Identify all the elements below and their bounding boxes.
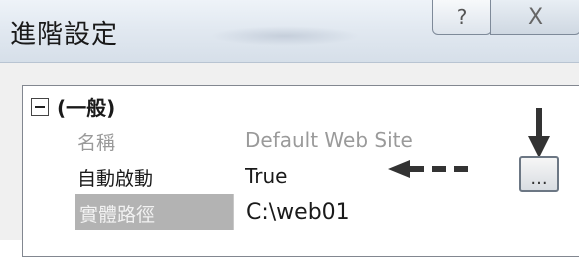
selected-name-cell: 實體路徑 xyxy=(75,194,233,230)
property-row-name[interactable]: 名稱 Default Web Site xyxy=(23,122,579,158)
category-header: (一般) xyxy=(31,92,115,121)
category-label: (一般) xyxy=(57,96,116,120)
property-value: Default Web Site xyxy=(245,128,413,152)
property-name: 實體路徑 xyxy=(79,204,156,226)
help-icon: ? xyxy=(456,5,468,29)
close-icon: X xyxy=(527,4,544,30)
property-name: 名稱 xyxy=(77,132,116,154)
property-row-auto-start[interactable]: 自動啟動 True xyxy=(23,158,579,194)
dialog-body: (一般) 名稱 Default Web Site 自動啟動 True 實體路徑 … xyxy=(0,63,579,257)
property-value: C:\web01 xyxy=(246,200,350,225)
browse-button[interactable]: ... xyxy=(519,156,559,192)
close-button[interactable]: X xyxy=(490,0,579,35)
window-title: 進階設定 xyxy=(10,20,119,50)
property-grid: (一般) 名稱 Default Web Site 自動啟動 True 實體路徑 … xyxy=(22,85,579,257)
property-row-physical-path[interactable]: 實體路徑 C:\web01 xyxy=(23,194,579,230)
ellipsis-icon: ... xyxy=(530,168,548,189)
title-bar[interactable]: 進階設定 ? X xyxy=(0,0,579,63)
help-button[interactable]: ? xyxy=(432,0,492,35)
category-row-general[interactable]: (一般) xyxy=(23,86,579,122)
physical-path-field[interactable]: C:\web01 xyxy=(233,194,579,230)
down-arrow-icon xyxy=(528,108,550,158)
collapse-icon[interactable] xyxy=(31,97,49,116)
left-arrow-icon xyxy=(388,160,468,178)
property-name: 自動啟動 xyxy=(77,168,154,190)
